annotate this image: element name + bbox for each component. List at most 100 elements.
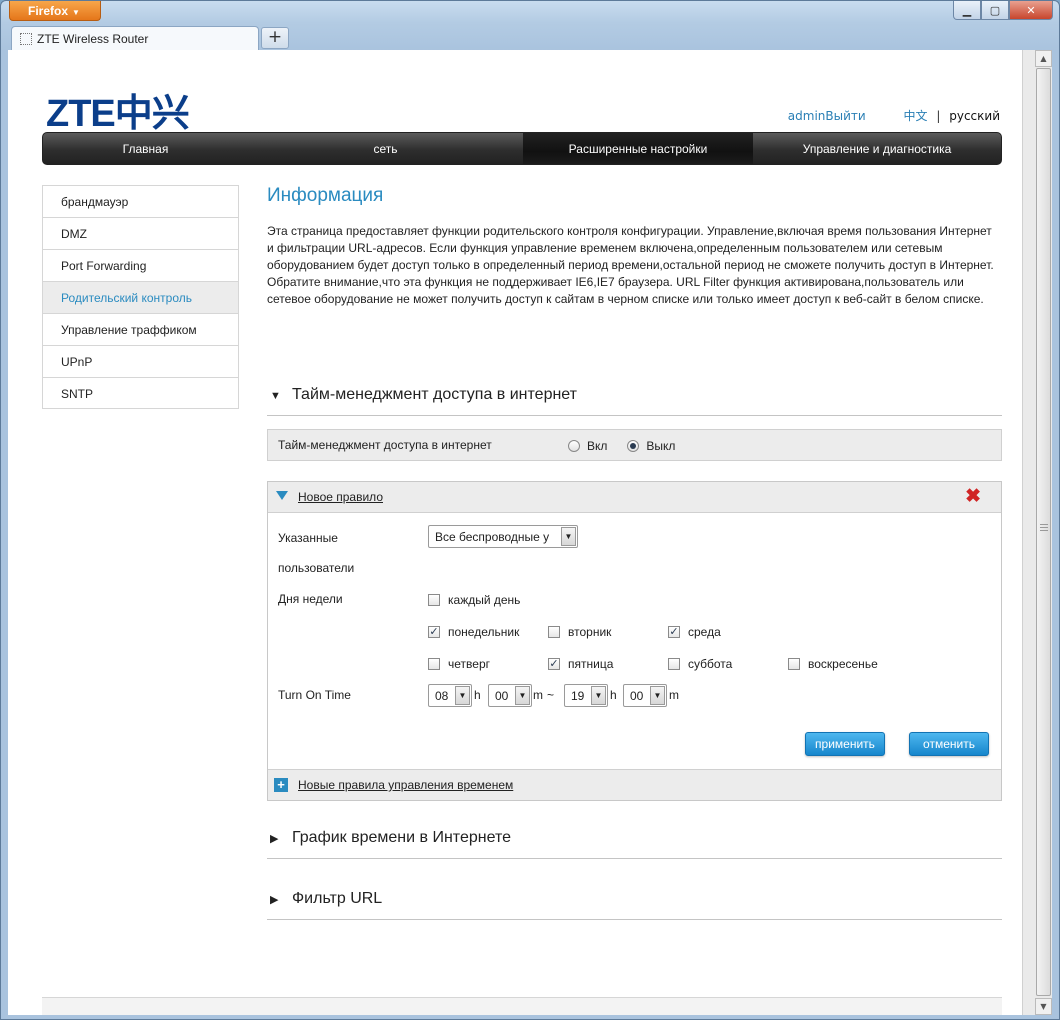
select-value: 00 xyxy=(495,689,509,703)
page-title: Информация xyxy=(267,185,384,206)
days-label: Дня недели xyxy=(278,592,343,606)
users-label-line2: пользователи xyxy=(278,561,355,575)
hour-unit: h xyxy=(610,688,617,702)
end-hour-select[interactable]: 19 ▼ xyxy=(564,684,608,707)
sidebar-item-port-forwarding[interactable]: Port Forwarding xyxy=(42,249,239,281)
checkbox[interactable] xyxy=(428,658,440,670)
checkbox-label: воскресенье xyxy=(808,657,878,671)
new-tab-button[interactable]: + xyxy=(261,27,289,49)
nav-network[interactable]: сеть xyxy=(248,133,523,164)
checkbox-label: пятница xyxy=(568,657,614,671)
day-friday[interactable]: ✓ пятница xyxy=(548,657,613,671)
minute-unit: m xyxy=(533,688,543,702)
header-links: adminВыйти 中文 | русский xyxy=(788,107,1000,124)
day-thursday[interactable]: четверг xyxy=(428,657,490,671)
select-value: 08 xyxy=(435,689,449,703)
cancel-button[interactable]: отменить xyxy=(909,732,989,756)
page-description: Эта страница предоставляет функции родит… xyxy=(267,224,994,306)
lang-zh-link[interactable]: 中文 xyxy=(904,109,928,123)
on-off-radio-group: Вкл Выкл xyxy=(568,439,695,453)
nav-advanced[interactable]: Расширенные настройки xyxy=(523,133,753,164)
checkbox-label: четверг xyxy=(448,657,490,671)
scroll-down-icon[interactable]: ▼ xyxy=(1035,998,1052,1015)
start-minute-select[interactable]: 00 ▼ xyxy=(488,684,532,707)
collapse-triangle-icon[interactable] xyxy=(276,491,288,500)
checkbox[interactable] xyxy=(428,594,440,606)
dropdown-arrow-icon: ▼ xyxy=(650,686,665,705)
radio-off-label: Выкл xyxy=(646,439,676,453)
users-select-value: Все беспроводные у xyxy=(435,530,550,544)
scroll-up-icon[interactable]: ▲ xyxy=(1035,50,1052,67)
users-select[interactable]: Все беспроводные у ▼ xyxy=(428,525,578,548)
sidebar-item-traffic[interactable]: Управление траффиком xyxy=(42,313,239,345)
hour-unit: h xyxy=(474,688,481,702)
rule-header: Новое правило ✖ xyxy=(268,482,1001,513)
dropdown-arrow-icon: ▼ xyxy=(591,686,606,705)
lang-ru-link[interactable]: русский xyxy=(949,109,1000,123)
apply-button[interactable]: применить xyxy=(805,732,885,756)
tab-title: ZTE Wireless Router xyxy=(37,32,149,46)
section-title: Тайм-менеджмент доступа в интернет xyxy=(292,386,577,403)
maximize-button[interactable]: ▢ xyxy=(981,1,1009,20)
window-controls: ▁ ▢ ✕ xyxy=(953,1,1053,20)
delete-icon[interactable]: ✖ xyxy=(965,485,981,508)
browser-tab[interactable]: ZTE Wireless Router xyxy=(11,26,259,51)
checkbox[interactable] xyxy=(788,658,800,670)
new-rule-link[interactable]: Новое правило xyxy=(298,490,383,504)
range-separator: ~ xyxy=(547,688,555,702)
checkbox-label: каждый день xyxy=(448,593,521,607)
checkbox-label: вторник xyxy=(568,625,612,639)
zte-logo: ZTE中兴 xyxy=(46,93,190,135)
chevron-down-icon: ▼ xyxy=(72,8,80,17)
sidebar-item-dmz[interactable]: DMZ xyxy=(42,217,239,249)
day-everyday[interactable]: каждый день xyxy=(428,593,520,607)
triangle-right-icon: ▶ xyxy=(270,833,279,845)
radio-off[interactable] xyxy=(627,440,640,452)
nav-home[interactable]: Главная xyxy=(43,133,248,164)
checkbox-label: понедельник xyxy=(448,625,520,639)
triangle-right-icon: ▶ xyxy=(270,894,279,906)
minimize-button[interactable]: ▁ xyxy=(953,1,981,20)
sidebar-item-firewall[interactable]: брандмауэр xyxy=(42,185,239,217)
checkbox-checked[interactable]: ✓ xyxy=(428,626,440,638)
checkbox[interactable] xyxy=(668,658,680,670)
schedule-section-header[interactable]: ▶ График времени в Интернете xyxy=(267,825,1002,859)
day-sunday[interactable]: воскресенье xyxy=(788,657,878,671)
time-access-section-header[interactable]: ▼ Тайм-менеджмент доступа в интернет xyxy=(267,382,1002,416)
day-wednesday[interactable]: ✓ среда xyxy=(668,625,721,639)
scroll-thumb[interactable] xyxy=(1036,68,1051,996)
checkbox[interactable] xyxy=(548,626,560,638)
main-nav: Главная сеть Расширенные настройки Управ… xyxy=(42,132,1002,165)
add-time-rule-link[interactable]: Новые правила управления временем xyxy=(298,778,513,792)
firefox-menu-button[interactable]: Firefox ▼ xyxy=(9,1,101,21)
triangle-down-icon: ▼ xyxy=(270,390,281,402)
page-footer xyxy=(42,997,1002,1015)
sidebar-item-upnp[interactable]: UPnP xyxy=(42,345,239,377)
main-content: Информация Эта страница предоставляет фу… xyxy=(267,185,1002,308)
day-saturday[interactable]: суббота xyxy=(668,657,732,671)
radio-on-label: Вкл xyxy=(587,439,608,453)
sidebar-item-parental-control[interactable]: Родительский контроль xyxy=(42,281,239,313)
plus-icon[interactable]: + xyxy=(274,778,288,792)
users-label-line1: Указанные xyxy=(278,531,338,545)
day-monday[interactable]: ✓ понедельник xyxy=(428,625,519,639)
radio-on[interactable] xyxy=(568,440,580,452)
start-hour-select[interactable]: 08 ▼ xyxy=(428,684,472,707)
scrollbar[interactable]: ▲ ▼ xyxy=(1022,50,1052,1015)
lang-separator: | xyxy=(936,109,941,123)
logout-link[interactable]: adminВыйти xyxy=(788,109,866,123)
checkbox-checked[interactable]: ✓ xyxy=(548,658,560,670)
checkbox-checked[interactable]: ✓ xyxy=(668,626,680,638)
nav-management[interactable]: Управление и диагностика xyxy=(753,133,1001,164)
dropdown-arrow-icon: ▼ xyxy=(455,686,470,705)
checkbox-label: среда xyxy=(688,625,721,639)
page-icon xyxy=(20,33,32,45)
end-minute-select[interactable]: 00 ▼ xyxy=(623,684,667,707)
rule-footer: + Новые правила управления временем xyxy=(268,769,1001,800)
day-tuesday[interactable]: вторник xyxy=(548,625,611,639)
select-value: 00 xyxy=(630,689,644,703)
close-window-button[interactable]: ✕ xyxy=(1009,1,1053,20)
url-filter-section-header[interactable]: ▶ Фильтр URL xyxy=(267,886,1002,920)
sidebar-item-sntp[interactable]: SNTP xyxy=(42,377,239,409)
dropdown-arrow-icon: ▼ xyxy=(515,686,530,705)
